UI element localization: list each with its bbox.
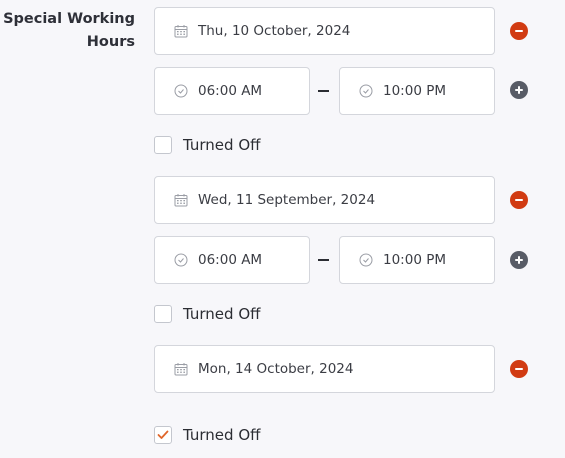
time-range-dash [318, 259, 329, 261]
turned-off-checkbox-row-1[interactable]: Turned Off [154, 136, 260, 154]
add-time-range-button-2[interactable] [510, 251, 528, 269]
date-field-1[interactable]: Thu, 10 October, 2024 [154, 7, 495, 55]
start-time-value: 06:00 AM [198, 83, 263, 99]
start-time-field-2[interactable]: 06:00 AM [154, 236, 310, 284]
turned-off-label: Turned Off [183, 136, 261, 154]
turned-off-checkbox-row-3[interactable]: Turned Off [154, 426, 260, 444]
date-value: Mon, 14 October, 2024 [198, 361, 354, 377]
checkmark-icon [157, 430, 169, 439]
turned-off-checkbox-checked[interactable] [154, 426, 172, 444]
remove-date-button-1[interactable] [510, 22, 528, 40]
turned-off-label: Turned Off [183, 426, 261, 444]
end-time-value: 10:00 PM [383, 252, 446, 268]
date-field-3[interactable]: Mon, 14 October, 2024 [154, 345, 495, 393]
calendar-icon [174, 24, 188, 38]
clock-icon [174, 84, 188, 98]
remove-date-button-3[interactable] [510, 360, 528, 378]
end-time-field-2[interactable]: 10:00 PM [339, 236, 495, 284]
turned-off-checkbox[interactable] [154, 305, 172, 323]
start-time-field-1[interactable]: 06:00 AM [154, 67, 310, 115]
turned-off-label: Turned Off [183, 305, 261, 323]
clock-icon [359, 253, 373, 267]
calendar-icon [174, 193, 188, 207]
remove-date-button-2[interactable] [510, 191, 528, 209]
add-time-range-button-1[interactable] [510, 81, 528, 99]
turned-off-checkbox-row-2[interactable]: Turned Off [154, 305, 260, 323]
section-label: Special Working Hours [3, 11, 135, 50]
date-value: Wed, 11 September, 2024 [198, 192, 376, 208]
time-range-dash [318, 90, 329, 92]
calendar-icon [174, 362, 188, 376]
clock-icon [174, 253, 188, 267]
start-time-value: 06:00 AM [198, 252, 263, 268]
end-time-field-1[interactable]: 10:00 PM [339, 67, 495, 115]
end-time-value: 10:00 PM [383, 83, 446, 99]
date-field-2[interactable]: Wed, 11 September, 2024 [154, 176, 495, 224]
turned-off-checkbox[interactable] [154, 136, 172, 154]
date-value: Thu, 10 October, 2024 [198, 23, 351, 39]
clock-icon [359, 84, 373, 98]
